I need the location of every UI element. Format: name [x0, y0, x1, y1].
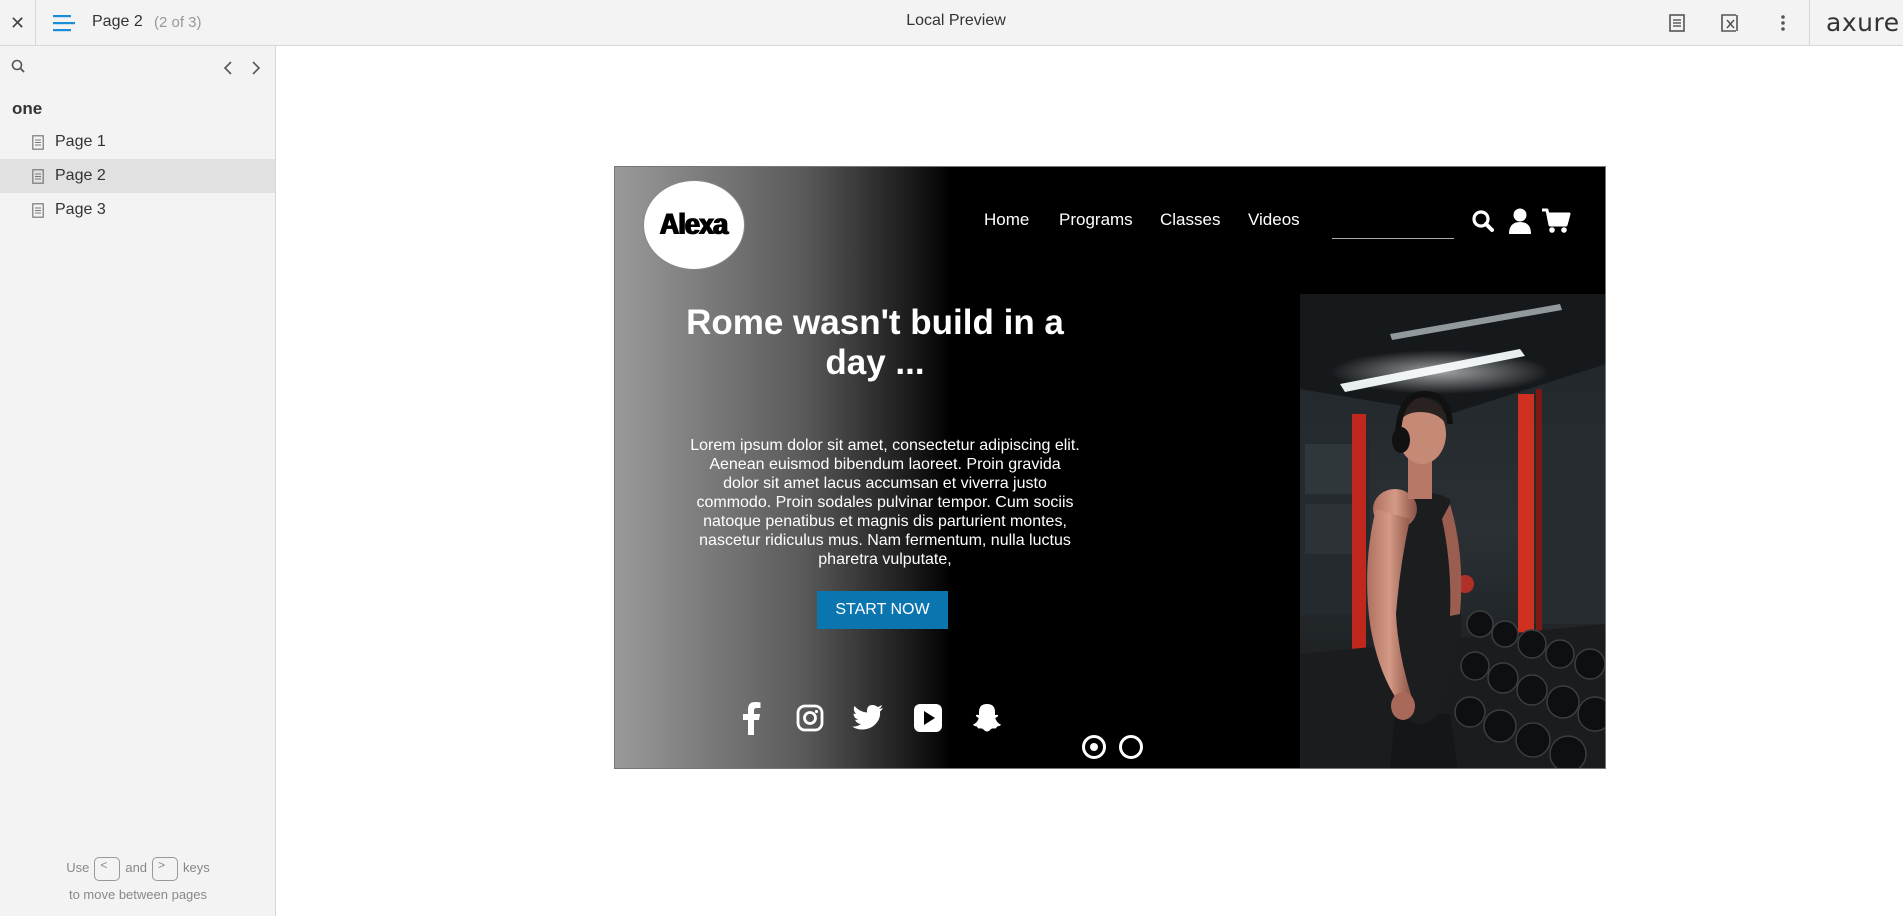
sidebar-item-label: Page 3 — [55, 201, 106, 218]
nav-programs[interactable]: Programs — [1059, 210, 1133, 230]
search-input[interactable] — [1332, 219, 1454, 239]
cart-icon[interactable] — [1541, 207, 1571, 235]
hamburger-menu-icon[interactable] — [50, 12, 78, 34]
page-icon — [32, 134, 44, 150]
sidebar-item-page-1[interactable]: Page 1 — [0, 125, 275, 159]
current-page-name: Page 2 — [92, 13, 143, 30]
hint-and: and — [125, 860, 148, 875]
twitter-icon[interactable] — [851, 701, 885, 735]
close-icon[interactable]: ✕ — [0, 0, 36, 46]
nav-videos[interactable]: Videos — [1248, 210, 1300, 230]
sidebar: one Page 1 Page 2 Page 3 Use < and > keys to… — [0, 46, 276, 916]
sidebar-item-label: Page 2 — [55, 167, 106, 184]
page-count: (2 of 3) — [154, 14, 202, 31]
logo-text: Alexa — [660, 208, 728, 241]
folder-label[interactable]: one — [12, 99, 42, 119]
youtube-icon[interactable] — [911, 701, 945, 735]
next-key-icon: > — [152, 856, 179, 881]
start-now-button[interactable]: START NOW — [817, 591, 948, 629]
gym-athlete-photo — [1300, 294, 1605, 768]
user-icon[interactable] — [1506, 207, 1534, 235]
variables-icon[interactable] — [1717, 10, 1743, 36]
hint-use: Use — [66, 860, 90, 875]
carousel-dot-2[interactable] — [1119, 735, 1143, 759]
sidebar-item-page-3[interactable]: Page 3 — [0, 193, 275, 227]
hero-title: Rome wasn't build in a day ... — [686, 303, 1064, 382]
instagram-icon[interactable] — [793, 701, 827, 735]
next-page-button[interactable] — [246, 58, 266, 78]
keyboard-hint: Use < and > keys to move between pages — [0, 854, 276, 908]
search-icon[interactable] — [1469, 207, 1497, 235]
window-title: Local Preview — [906, 12, 1006, 29]
hero-text: Lorem ipsum dolor sit amet, consectetur … — [690, 437, 1080, 568]
site-logo[interactable]: Alexa — [643, 180, 745, 270]
page-icon — [32, 202, 44, 218]
previous-page-button[interactable] — [218, 58, 238, 78]
facebook-icon[interactable] — [735, 701, 769, 735]
top-bar: ✕ Page 2 (2 of 3) Local Preview axure — [0, 0, 1903, 46]
more-icon[interactable] — [1770, 10, 1796, 36]
sidebar-item-label: Page 1 — [55, 133, 106, 150]
prev-key-icon: < — [94, 856, 121, 881]
notes-icon[interactable] — [1664, 10, 1690, 36]
brand-logo: axure — [1826, 8, 1900, 37]
carousel-dot-1[interactable] — [1082, 735, 1106, 759]
page-icon — [32, 168, 44, 184]
nav-home[interactable]: Home — [984, 210, 1029, 230]
sidebar-item-page-2[interactable]: Page 2 — [0, 159, 275, 193]
hint-line-2: to move between pages — [68, 887, 208, 902]
search-icon[interactable] — [10, 58, 28, 76]
snapchat-icon[interactable] — [970, 701, 1004, 735]
preview-canvas: Alexa Home Programs Classes Videos Rome … — [277, 46, 1903, 916]
nav-classes[interactable]: Classes — [1160, 210, 1220, 230]
topbar-divider — [1809, 0, 1810, 46]
prototype-page: Alexa Home Programs Classes Videos Rome … — [614, 166, 1606, 769]
hint-keys: keys — [183, 860, 210, 875]
